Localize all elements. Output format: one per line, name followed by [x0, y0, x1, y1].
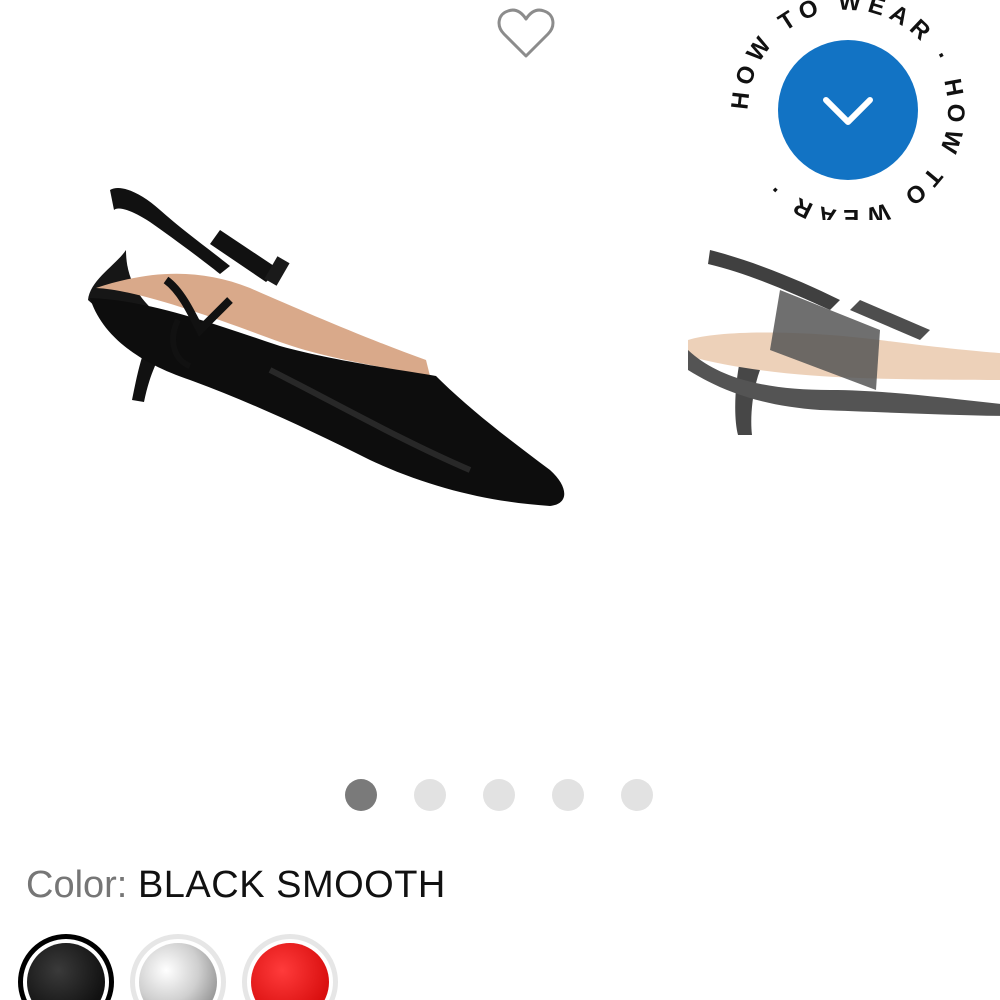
color-value: BLACK SMOOTH: [137, 864, 446, 906]
color-selection-label: Color: BLACK SMOOTH: [26, 862, 446, 908]
swatch-red[interactable]: [242, 934, 338, 1000]
pager-dot-1[interactable]: [345, 779, 377, 811]
product-page: HOW TO WEAR · HOW TO WEAR · Color: BLACK…: [0, 0, 1000, 1000]
pager-dot-5[interactable]: [621, 779, 653, 811]
how-to-wear-button[interactable]: HOW TO WEAR · HOW TO WEAR ·: [726, 0, 968, 231]
how-to-wear-circle: [778, 40, 918, 180]
product-image-main: [88, 188, 565, 506]
color-label: Color:: [26, 864, 128, 906]
swatch-black-smooth[interactable]: [18, 934, 114, 1000]
image-pager: [345, 779, 690, 811]
pager-dot-3[interactable]: [483, 779, 515, 811]
product-image-gallery[interactable]: HOW TO WEAR · HOW TO WEAR ·: [0, 0, 1000, 811]
heart-outline-icon: [497, 8, 555, 58]
swatch-silver[interactable]: [130, 934, 226, 1000]
pager-dot-4[interactable]: [552, 779, 584, 811]
favorite-button[interactable]: [496, 6, 556, 62]
product-image-next: [688, 250, 1000, 435]
color-swatches: [18, 934, 354, 1000]
pager-dot-2[interactable]: [414, 779, 446, 811]
